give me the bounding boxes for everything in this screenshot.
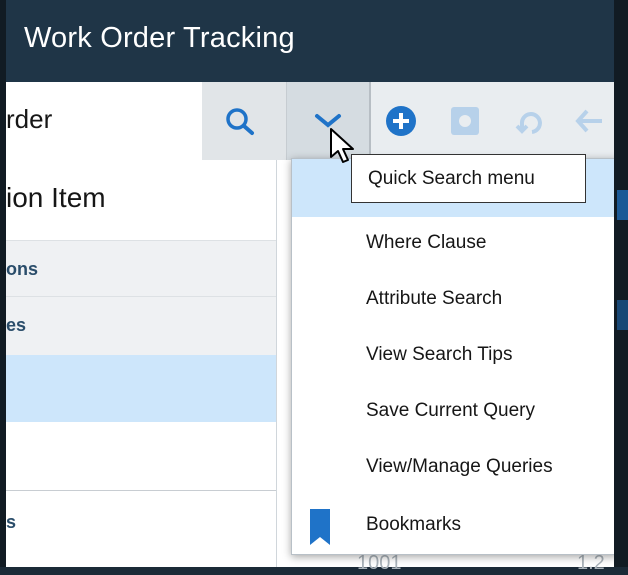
tooltip: Quick Search menu	[351, 154, 586, 203]
quick-search-menu: Where Clause Attribute Search View Searc…	[291, 158, 618, 555]
page-title: Work Order Tracking	[24, 22, 295, 54]
background-value: 1001	[357, 552, 402, 574]
left-nav-row[interactable]: ons	[6, 240, 276, 297]
menu-item-save-current-query[interactable]: Save Current Query	[366, 400, 535, 422]
menu-item-where-clause[interactable]: Where Clause	[366, 232, 486, 254]
background-value: 1.2	[577, 552, 605, 574]
toolbar: rder	[6, 82, 614, 161]
selected-row[interactable]	[6, 355, 276, 422]
back-arrow-icon[interactable]	[572, 104, 606, 138]
frame-accent	[617, 190, 628, 220]
divider	[6, 490, 276, 491]
search-button[interactable]	[202, 82, 286, 160]
app-header: Work Order Tracking	[6, 0, 614, 82]
undo-icon[interactable]	[512, 104, 546, 138]
bookmark-icon	[310, 509, 330, 545]
add-icon[interactable]	[384, 104, 418, 138]
section-title: ion Item	[6, 182, 106, 213]
search-icon	[226, 108, 254, 135]
menu-item-view-manage-queries[interactable]: View/Manage Queries	[366, 456, 553, 478]
mouse-cursor-icon	[330, 128, 354, 163]
left-nav-row-label: ons	[6, 259, 39, 279]
menu-item-bookmarks[interactable]: Bookmarks	[366, 514, 461, 536]
left-nav-label: s	[6, 512, 17, 532]
window-frame-right	[614, 0, 628, 567]
record-icon[interactable]	[448, 104, 482, 138]
left-nav-row[interactable]: es	[6, 296, 276, 355]
menu-item-attribute-search[interactable]: Attribute Search	[366, 288, 502, 310]
left-panel: ion Item ons es s	[6, 160, 277, 567]
search-input-value: rder	[6, 104, 53, 134]
frame-accent	[617, 300, 628, 330]
left-nav-row-label: es	[6, 315, 27, 335]
menu-item-view-search-tips[interactable]: View Search Tips	[366, 344, 512, 366]
